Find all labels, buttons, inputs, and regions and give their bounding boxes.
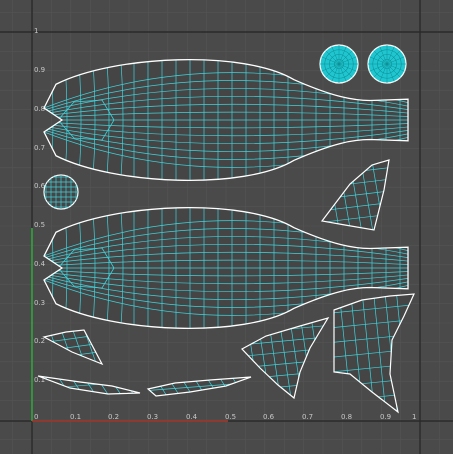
v-tick-label: 0.3: [34, 299, 45, 307]
tail-fin-left[interactable]: [241, 317, 330, 400]
v-tick-label: 0.4: [34, 260, 46, 268]
eye-disc-2[interactable]: [367, 44, 407, 84]
edge-label-u: 1: [412, 413, 416, 421]
tail-fin-right[interactable]: [333, 293, 415, 414]
u-tick-label: 0.2: [108, 413, 119, 421]
wire-line: [334, 392, 414, 402]
u-tick-label: 0.1: [70, 413, 81, 421]
u-tick-label: 0.9: [380, 413, 391, 421]
eye-disc-1[interactable]: [319, 44, 359, 84]
dorsal-fin[interactable]: [320, 159, 390, 231]
v-tick-label: 0.8: [34, 105, 45, 113]
eye-disc-small[interactable]: [43, 174, 79, 210]
v-tick-label: 0.2: [34, 337, 45, 345]
strip-left[interactable]: [37, 375, 141, 395]
v-tick-label: 0.5: [34, 221, 45, 229]
origin-label: 0: [34, 413, 38, 421]
u-tick-label: 0.5: [225, 413, 236, 421]
uv-editor-viewport[interactable]: 0 1 1 0.1 0.2 0.3 0.4 0.5 0.6 0.7 0.8 0.…: [0, 0, 453, 454]
pectoral-fin[interactable]: [42, 329, 104, 366]
u-tick-label: 0.4: [186, 413, 198, 421]
strip-right[interactable]: [146, 376, 252, 397]
edge-label-v: 1: [34, 27, 38, 35]
v-tick-label: 0.9: [34, 66, 45, 74]
u-tick-label: 0.3: [147, 413, 158, 421]
u-tick-label: 0.8: [341, 413, 352, 421]
v-tick-label: 0.7: [34, 144, 45, 152]
u-tick-label: 0.6: [263, 413, 275, 421]
uv-canvas[interactable]: 0 1 1 0.1 0.2 0.3 0.4 0.5 0.6 0.7 0.8 0.…: [0, 0, 453, 454]
u-tick-label: 0.7: [302, 413, 313, 421]
